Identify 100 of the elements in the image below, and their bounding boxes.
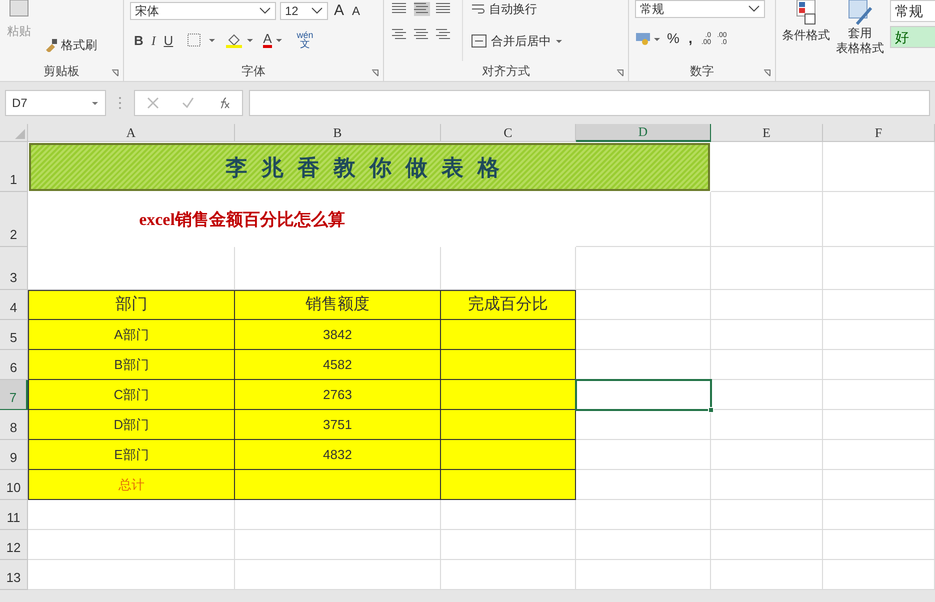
grid-cell[interactable] xyxy=(711,500,823,530)
bold-button[interactable]: B xyxy=(134,30,144,50)
select-all-icon[interactable] xyxy=(15,129,25,139)
column-header[interactable]: C xyxy=(441,124,576,142)
dialog-launcher-icon[interactable] xyxy=(763,69,771,77)
merge-center-button[interactable]: 合并后居中 xyxy=(471,32,563,50)
grid-cell[interactable] xyxy=(823,410,935,440)
grid-cell[interactable] xyxy=(711,290,823,320)
check-icon[interactable] xyxy=(182,97,194,109)
grip-icon[interactable] xyxy=(118,96,122,110)
row-header[interactable]: 13 xyxy=(0,560,28,590)
grid-cell[interactable] xyxy=(823,500,935,530)
dialog-launcher-icon[interactable] xyxy=(371,69,379,77)
row-header[interactable]: 10 xyxy=(0,470,28,500)
grid-cell[interactable] xyxy=(711,142,823,192)
row-header[interactable]: 1 xyxy=(0,142,28,192)
fill-handle[interactable] xyxy=(708,407,714,413)
cancel-icon[interactable] xyxy=(146,97,158,109)
grid-cell[interactable] xyxy=(28,560,235,590)
grid-cell[interactable] xyxy=(576,560,711,590)
grid-cell[interactable] xyxy=(235,560,441,590)
brush-icon[interactable] xyxy=(44,38,58,52)
column-header[interactable]: D xyxy=(576,124,711,142)
grid-cell[interactable] xyxy=(823,142,935,192)
grid-cell[interactable] xyxy=(711,380,823,410)
merge-icon[interactable] xyxy=(471,34,487,48)
conditional-format-button[interactable]: 条件格式 xyxy=(782,0,830,81)
dialog-launcher-icon[interactable] xyxy=(111,69,119,77)
fill-color-icon[interactable] xyxy=(225,32,256,48)
row-header[interactable]: 4 xyxy=(0,290,28,320)
grid-cell[interactable] xyxy=(711,410,823,440)
currency-icon[interactable] xyxy=(635,32,661,46)
row-header[interactable]: 11 xyxy=(0,500,28,530)
grid-cell[interactable] xyxy=(711,530,823,560)
wrap-text-button[interactable]: 自动换行 xyxy=(471,0,563,18)
row-header[interactable]: 3 xyxy=(0,247,28,290)
row-header[interactable]: 5 xyxy=(0,320,28,350)
dropdown-icon[interactable] xyxy=(555,38,563,44)
italic-button[interactable]: I xyxy=(151,30,156,50)
row-header[interactable]: 2 xyxy=(0,192,28,247)
wrap-icon[interactable] xyxy=(471,2,485,16)
grid-cell[interactable] xyxy=(576,530,711,560)
phonetic-button[interactable]: wén 文 xyxy=(296,31,314,50)
cell-style-normal[interactable]: 常规 xyxy=(890,0,935,22)
chevron-icon[interactable] xyxy=(259,7,271,16)
grid-cell[interactable] xyxy=(823,530,935,560)
grid-cell[interactable] xyxy=(823,290,935,320)
column-header[interactable]: E xyxy=(711,124,823,142)
align-right-icon[interactable] xyxy=(436,28,452,42)
grid-cell[interactable] xyxy=(235,530,441,560)
align-top-icon[interactable] xyxy=(392,2,408,16)
row-header[interactable]: 12 xyxy=(0,530,28,560)
grid-cell[interactable] xyxy=(823,350,935,380)
table-format-button[interactable]: 套用 表格格式 xyxy=(836,0,884,81)
row-header[interactable]: 9 xyxy=(0,440,28,470)
percent-button[interactable]: % xyxy=(667,28,680,49)
font-color-button[interactable]: A xyxy=(263,32,283,48)
borders-icon[interactable] xyxy=(187,33,218,48)
column-header[interactable]: F xyxy=(823,124,935,142)
grid-cell[interactable] xyxy=(441,530,576,560)
dialog-launcher-icon[interactable] xyxy=(616,69,624,77)
name-box[interactable]: D7 xyxy=(5,90,106,116)
grid-cell[interactable] xyxy=(711,247,823,290)
grid-cell[interactable] xyxy=(823,380,935,410)
grid-cell[interactable] xyxy=(711,320,823,350)
shrink-font-button[interactable]: A xyxy=(350,2,362,20)
grid-cell[interactable] xyxy=(823,440,935,470)
grid-cell[interactable] xyxy=(823,192,935,247)
grid-cell[interactable] xyxy=(823,247,935,290)
grid-cell[interactable] xyxy=(711,470,823,500)
formula-input-field[interactable] xyxy=(249,90,930,116)
grid-cell[interactable] xyxy=(441,560,576,590)
row-header[interactable]: 7 xyxy=(0,380,28,410)
underline-button[interactable]: U xyxy=(164,30,174,50)
column-header[interactable]: A xyxy=(28,124,235,142)
grid-cell[interactable] xyxy=(711,192,823,247)
dropdown-icon[interactable] xyxy=(274,38,283,43)
number-format-field[interactable]: 常规 xyxy=(635,0,765,18)
align-bottom-icon[interactable] xyxy=(436,2,452,16)
row-header[interactable]: 8 xyxy=(0,410,28,440)
align-middle-icon[interactable] xyxy=(414,2,430,16)
font-size-field[interactable]: 12 xyxy=(280,2,328,20)
align-left-icon[interactable] xyxy=(392,28,408,42)
align-center-icon[interactable] xyxy=(414,28,430,42)
grow-font-button[interactable]: A xyxy=(332,0,346,22)
chevron-icon[interactable] xyxy=(748,5,760,13)
grid-cell[interactable] xyxy=(711,560,823,590)
grid-cell[interactable] xyxy=(576,247,711,290)
row-header[interactable]: 6 xyxy=(0,350,28,380)
grid-cell[interactable] xyxy=(711,440,823,470)
cell-style-good[interactable]: 好 xyxy=(890,26,935,48)
dropdown-icon[interactable] xyxy=(91,100,99,106)
selected-cell[interactable] xyxy=(575,379,712,411)
grid-cell[interactable] xyxy=(711,350,823,380)
table-brush-icon[interactable] xyxy=(847,0,873,26)
grid-cell[interactable] xyxy=(823,560,935,590)
font-name-field[interactable]: 宋体 xyxy=(130,2,276,20)
chevron-icon[interactable] xyxy=(311,7,323,16)
grid-cell[interactable] xyxy=(576,192,711,247)
grid-cell[interactable] xyxy=(576,500,711,530)
